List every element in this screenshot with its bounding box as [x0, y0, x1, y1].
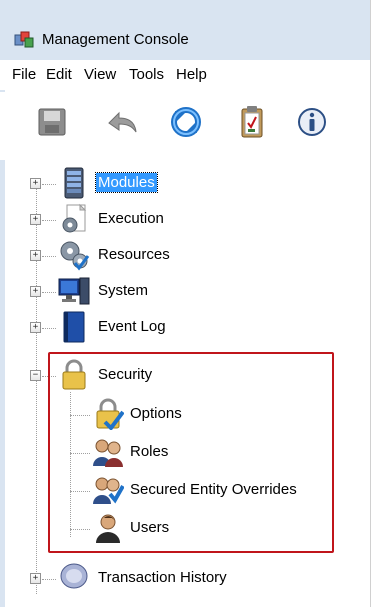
- tree-connector: [42, 328, 56, 329]
- save-button[interactable]: [32, 102, 72, 142]
- tree-node-modules[interactable]: + Modules: [0, 165, 370, 203]
- tree-label-system[interactable]: System: [96, 281, 150, 300]
- history-icon: [60, 563, 88, 589]
- undo-button[interactable]: [102, 102, 142, 142]
- computer-icon: [58, 277, 90, 305]
- menu-view[interactable]: View: [82, 66, 118, 83]
- tree-connector: [42, 579, 56, 580]
- expand-toggle-system[interactable]: +: [30, 286, 41, 297]
- expand-toggle-transaction-history[interactable]: +: [30, 573, 41, 584]
- menu-tools[interactable]: Tools: [127, 66, 166, 83]
- tree-node-resources[interactable]: + Resources: [0, 237, 370, 275]
- expand-toggle-execution[interactable]: +: [30, 214, 41, 225]
- tree-node-event-log[interactable]: + Event Log: [0, 309, 370, 347]
- collapse-toggle-security[interactable]: −: [30, 370, 41, 381]
- tree-node-transaction-history[interactable]: + Transaction History: [0, 560, 370, 598]
- clipboard-button[interactable]: [232, 102, 272, 142]
- window-title: Management Console: [42, 31, 189, 48]
- gear-icon: [62, 203, 87, 233]
- refresh-button[interactable]: [166, 102, 206, 142]
- tree-label-execution[interactable]: Execution: [96, 209, 166, 228]
- menu-help[interactable]: Help: [174, 66, 209, 83]
- refresh-icon: [171, 107, 201, 137]
- clipboard-icon: [241, 106, 263, 138]
- tree-node-execution[interactable]: + Execution: [0, 201, 370, 239]
- expand-toggle-event-log[interactable]: +: [30, 322, 41, 333]
- gears-check-icon: [60, 241, 90, 271]
- expand-toggle-modules[interactable]: +: [30, 178, 41, 189]
- toolbar: [0, 92, 380, 160]
- app-icon: [14, 31, 34, 48]
- security-highlight-box: [48, 352, 334, 553]
- book-icon: [63, 311, 85, 343]
- tree-label-modules[interactable]: Modules: [95, 172, 158, 193]
- tree-label-event-log[interactable]: Event Log: [96, 317, 168, 336]
- expand-toggle-resources[interactable]: +: [30, 250, 41, 261]
- menu-bar: File Edit View Tools Help: [0, 60, 380, 90]
- tree-connector: [42, 184, 56, 185]
- info-icon: [298, 108, 326, 136]
- tree-connector: [42, 256, 56, 257]
- tree-connector: [42, 292, 56, 293]
- title-bar: Management Console: [0, 0, 380, 60]
- info-button[interactable]: [292, 102, 332, 142]
- menu-edit[interactable]: Edit: [44, 66, 74, 83]
- server-icon: [64, 167, 84, 199]
- save-icon: [38, 108, 66, 136]
- tree-connector: [42, 220, 56, 221]
- menu-file[interactable]: File: [10, 66, 38, 83]
- tree-label-resources[interactable]: Resources: [96, 245, 172, 264]
- tree-node-system[interactable]: + System: [0, 273, 370, 311]
- window-right-border: [370, 0, 380, 607]
- tree-label-transaction-history[interactable]: Transaction History: [96, 568, 229, 587]
- undo-icon: [108, 111, 137, 133]
